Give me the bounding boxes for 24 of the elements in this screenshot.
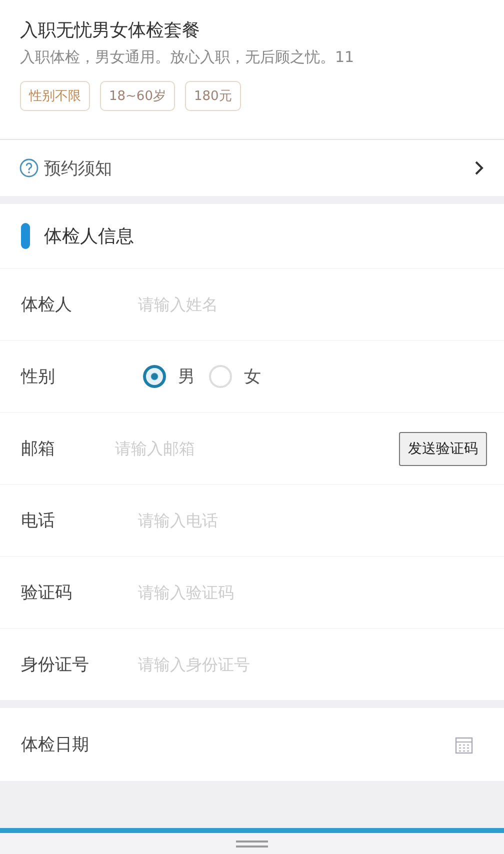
radio-button[interactable] bbox=[143, 365, 166, 388]
section-marker bbox=[21, 223, 30, 249]
field-label: 电话 bbox=[21, 510, 56, 532]
field-label: 验证码 bbox=[21, 582, 73, 604]
tag: 180元 bbox=[184, 81, 241, 111]
field-label: 体检人 bbox=[21, 294, 73, 316]
field-label: 性别 bbox=[21, 366, 56, 388]
field-label: 身份证号 bbox=[21, 654, 90, 676]
calendar-icon[interactable] bbox=[455, 736, 473, 754]
notice-label: 预约须知 bbox=[44, 158, 113, 180]
tag: 性别不限 bbox=[20, 81, 90, 111]
help-icon bbox=[19, 158, 39, 178]
package-description: 入职体检，男女通用。放心入职，无后顾之忧。11 bbox=[20, 48, 356, 67]
tag: 18~60岁 bbox=[100, 81, 175, 111]
send-code-button[interactable]: 发送验证码 bbox=[399, 432, 487, 466]
drag-handle-icon[interactable] bbox=[236, 840, 268, 848]
notice-row[interactable]: 预约须知 bbox=[0, 140, 504, 196]
chevron-right-icon bbox=[474, 160, 484, 176]
section-title: 体检人信息 bbox=[44, 225, 134, 248]
field-label: 邮箱 bbox=[21, 438, 56, 460]
radio-label: 女 bbox=[244, 366, 261, 388]
package-title: 入职无忧男女体检套餐 bbox=[20, 19, 201, 42]
radio-label: 男 bbox=[178, 366, 195, 388]
field-label: 体检日期 bbox=[21, 734, 90, 756]
